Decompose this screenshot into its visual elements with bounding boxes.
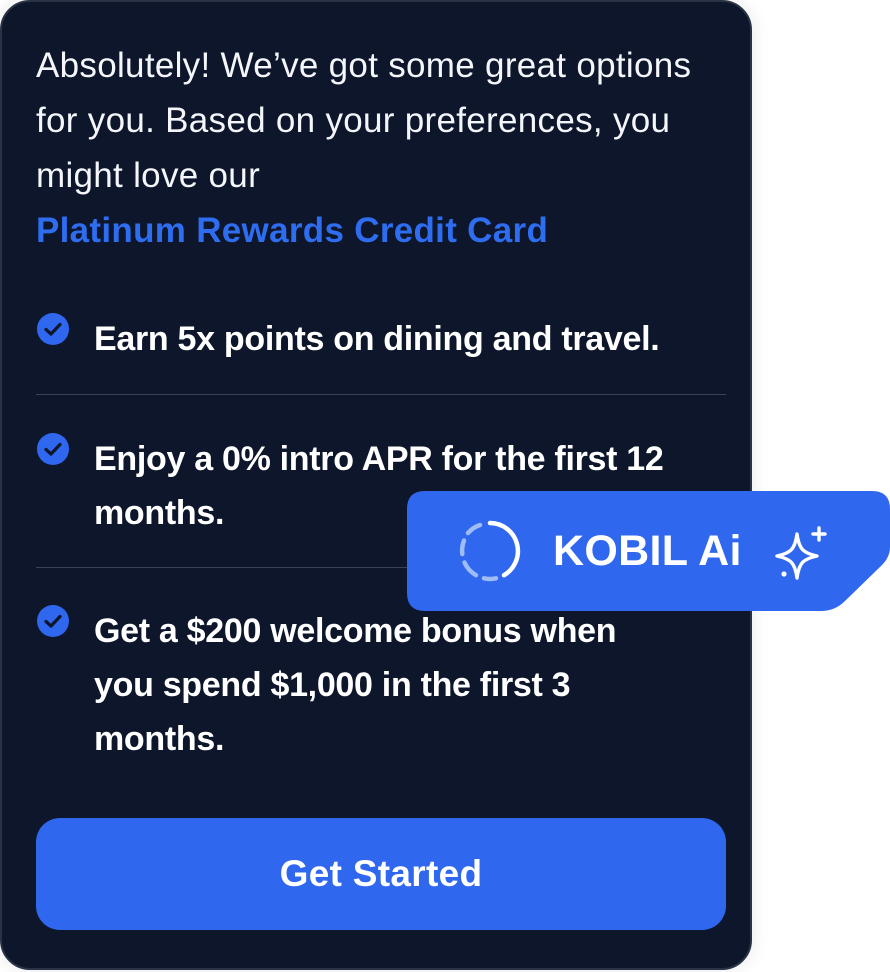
feature-text: Get a $200 welcome bonus when you spend …	[94, 612, 617, 758]
check-circle-icon	[37, 433, 69, 465]
loading-spinner-icon	[459, 520, 521, 582]
badge-label: KOBIL Ai	[553, 527, 742, 575]
assistant-badge[interactable]: KOBIL Ai	[407, 491, 890, 611]
chat-message-card: Absolutely! We’ve got some great options…	[0, 0, 752, 970]
product-name-link[interactable]: Platinum Rewards Credit Card	[36, 203, 716, 258]
check-circle-icon	[37, 605, 69, 637]
check-circle-icon	[37, 313, 69, 345]
sparkle-icon	[775, 526, 827, 580]
feature-text: Earn 5x points on dining and travel.	[94, 320, 660, 358]
get-started-button[interactable]: Get Started	[36, 818, 726, 930]
message-text: Absolutely! We’ve got some great options…	[36, 38, 716, 258]
intro-text: Absolutely! We’ve got some great options…	[36, 46, 692, 195]
divider	[36, 394, 726, 395]
